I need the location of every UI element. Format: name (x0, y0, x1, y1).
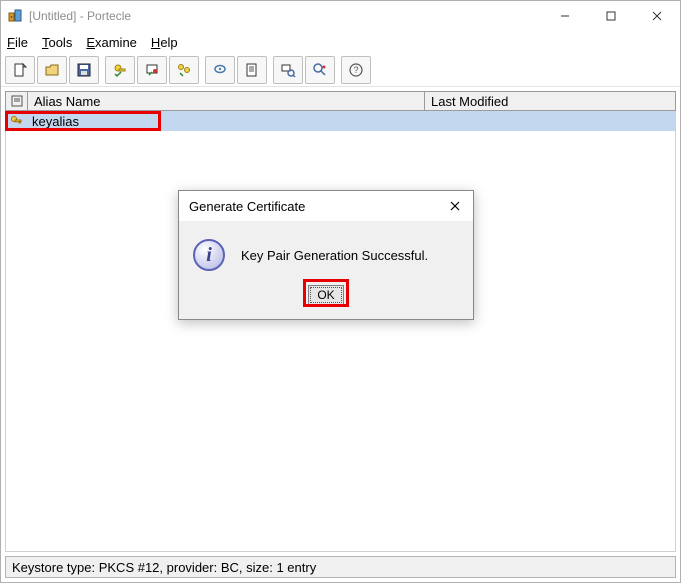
main-window: [Untitled] - Portecle File Tools Examine… (0, 0, 681, 583)
minimize-button[interactable] (542, 1, 588, 31)
table-header: Alias Name Last Modified (5, 91, 676, 111)
keypair-icon (6, 114, 28, 128)
generate-certificate-dialog: Generate Certificate i Key Pair Generati… (178, 190, 474, 320)
dialog-title-text: Generate Certificate (189, 199, 305, 214)
tb-save-keystore[interactable] (69, 56, 99, 84)
tb-help[interactable]: ? (341, 56, 371, 84)
window-title: [Untitled] - Portecle (29, 9, 131, 23)
menu-help[interactable]: Help (151, 35, 178, 50)
info-icon: i (193, 239, 225, 271)
tb-generate-keypair[interactable] (105, 56, 135, 84)
tb-import-keypair[interactable] (169, 56, 199, 84)
table-row[interactable]: keyalias (6, 111, 675, 131)
dialog-body: i Key Pair Generation Successful. (179, 221, 473, 281)
tb-examine-ssl[interactable] (305, 56, 335, 84)
dialog-actions: OK (179, 281, 473, 319)
tb-keystore-report[interactable] (237, 56, 267, 84)
app-icon (7, 8, 23, 24)
table-body[interactable]: keyalias (5, 111, 676, 552)
menu-tools[interactable]: Tools (42, 35, 72, 50)
tb-new-keystore[interactable] (5, 56, 35, 84)
dialog-titlebar: Generate Certificate (179, 191, 473, 221)
menu-file[interactable]: File (7, 35, 28, 50)
statusbar: Keystore type: PKCS #12, provider: BC, s… (5, 556, 676, 578)
dialog-close-button[interactable] (445, 196, 465, 216)
tb-open-keystore[interactable] (37, 56, 67, 84)
th-alias[interactable]: Alias Name (28, 92, 425, 110)
status-text: Keystore type: PKCS #12, provider: BC, s… (12, 560, 316, 575)
th-modified[interactable]: Last Modified (425, 92, 675, 110)
th-type-icon[interactable] (6, 92, 28, 110)
maximize-button[interactable] (588, 1, 634, 31)
close-button[interactable] (634, 1, 680, 31)
titlebar: [Untitled] - Portecle (1, 1, 680, 31)
menu-examine[interactable]: Examine (86, 35, 137, 50)
tb-set-password[interactable] (205, 56, 235, 84)
window-controls (542, 1, 680, 31)
tb-examine-cert[interactable] (273, 56, 303, 84)
tb-import-cert[interactable] (137, 56, 167, 84)
cell-alias: keyalias (28, 114, 425, 129)
dialog-message: Key Pair Generation Successful. (241, 248, 428, 263)
menubar: File Tools Examine Help (1, 31, 680, 53)
ok-button[interactable]: OK (308, 285, 343, 305)
toolbar: ? (1, 53, 680, 87)
svg-text:?: ? (353, 65, 358, 75)
